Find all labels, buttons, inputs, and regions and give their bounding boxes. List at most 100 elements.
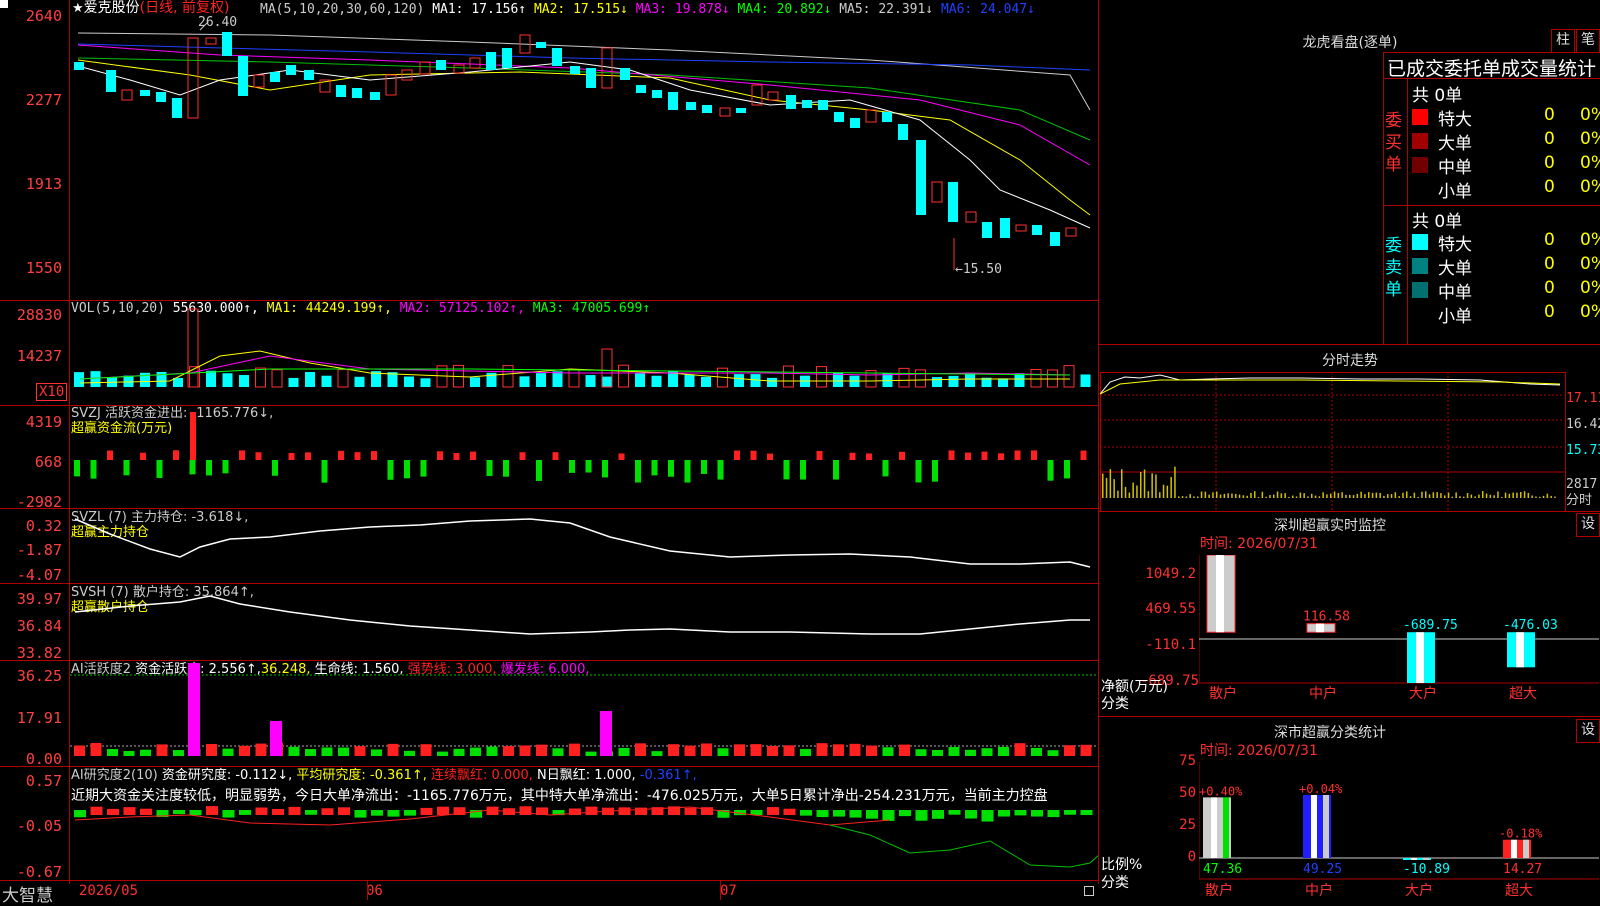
net-amount-label: -476.03 [1503,618,1558,633]
intraday-volume-bar [1368,492,1370,498]
intraday-volume-bar [1371,492,1374,498]
volume-bar [1014,373,1025,387]
fund-flow-bar [272,460,278,476]
monitor-title: 深圳超赢实时监控 [1274,518,1386,534]
research-bar [222,810,235,818]
research-bar [1080,810,1093,816]
activity-bar [1047,750,1059,756]
legend-percent: 0% [1580,153,1600,173]
intraday-tab[interactable]: 分时 [1566,493,1592,508]
svzl-tick: -4.07 [16,566,62,584]
svzj-chart[interactable] [70,406,1098,508]
volume-bar [239,375,249,387]
volume-bar [684,374,695,387]
research-bar [272,808,284,815]
intraday-volume-bar [1257,496,1260,498]
intraday-volume-bar [1542,495,1545,498]
activity-bar [816,743,828,756]
category-label: 中户 [1305,882,1333,899]
intraday-volume-bar [1447,492,1450,498]
intraday-volume-bar [1265,496,1267,498]
classify-chart[interactable]: +0.40% 47.36 散户 +0.04% 49.25 中户 -10.89 大户 -0.18%… [1199,762,1599,900]
monitor-tick: -110.1 [1145,637,1196,653]
tick-view-button[interactable]: 笔 [1576,29,1600,53]
activity-bar [420,744,432,756]
research-bar [915,810,928,821]
svzl-chart[interactable] [70,509,1098,583]
volume-bar [1063,365,1075,388]
fund-flow-bar [107,450,113,460]
activity-bar [90,742,102,756]
intraday-volume-bar [1474,496,1476,498]
fund-flow-bar [519,452,526,460]
fund-flow-bar [701,460,707,474]
activity-bar [948,746,960,756]
intraday-volume-bar [1197,496,1199,498]
activity-bar [503,746,514,756]
lock-icon[interactable] [1084,886,1094,896]
volume-chart[interactable] [70,301,1098,405]
intraday-volume-bar [1337,492,1340,498]
volume-bar [552,371,563,387]
activity-bar [651,751,663,756]
volume-bar [305,372,315,387]
research-bar [981,810,994,822]
monitor-settings-button[interactable]: 设 [1576,513,1600,537]
ai-active-chart[interactable] [70,661,1098,766]
bar-highlight [1411,858,1417,860]
volume-stat-row: 小单 0 0% [1412,302,1600,327]
fund-flow-bar [536,460,542,481]
intraday-volume-bar [1181,496,1184,498]
intraday-volume-bar [1132,482,1134,498]
intraday-volume-bar [1501,496,1503,498]
intraday-volume-bar [1535,496,1537,498]
legend-swatch [1412,109,1428,125]
legend-label: 中单 [1438,158,1472,178]
net-amount-label: -689.75 [1403,618,1458,633]
svsh-chart[interactable] [70,584,1098,660]
classify-settings-button[interactable]: 设 [1576,719,1600,743]
price-tick: 2640 [25,7,62,25]
bar-view-button[interactable]: 柱 [1551,29,1575,53]
activity-bar [668,744,679,756]
intraday-chart[interactable] [1100,372,1564,510]
classify-tick: 50 [1179,785,1196,801]
fund-flow-bar [948,450,955,460]
volume-bar [585,375,596,387]
volume-stat-row: 特大 0 0% [1412,105,1600,130]
legend-count: 0 [1544,177,1555,197]
ai-research-chart[interactable] [70,805,1098,880]
activity-bar [965,749,976,756]
category-label: 散户 [1209,685,1237,702]
legend-count: 0 [1544,254,1555,274]
separator [1383,78,1600,79]
vol-unit-badge[interactable]: X10 [36,383,68,401]
ai-research-name[interactable]: AI研究度2(10) [71,768,158,783]
volume-bar [288,377,299,387]
volume-bar [1080,374,1091,387]
classify-xlabel: 分类 [1101,875,1129,891]
ai-research-desc: 近期大资金关注度较低，明显弱势，今日大单净流出：-1165.776万元，其中特大… [71,788,1048,804]
dragon-title: 龙虎看盘(逐单) [1302,35,1398,51]
ai-research-l1: 资金研究度: -0.112↓, [161,768,293,783]
app-logo: 大智慧 [2,886,53,906]
bar-highlight [1423,858,1429,860]
activity-bar [915,749,927,756]
candlestick-chart[interactable] [70,0,1098,300]
monitor-chart[interactable]: 1049.2 散户 116.58 中户 -689.75 大户 -476.03 超大 [1199,555,1599,712]
legend-percent: 0% [1580,278,1600,298]
fund-flow-bar [255,452,262,460]
activity-bar [270,721,282,756]
activity-bar [453,748,465,756]
activity-bar [734,744,745,756]
vol-tick: 14237 [16,347,62,365]
separator [1383,52,1600,53]
fund-flow-bar [190,412,196,460]
intraday-volume-bar [1303,493,1305,498]
intraday-volume-bar [1136,485,1138,498]
sell-total: 共 0单 [1412,212,1463,232]
activity-bar [800,748,811,756]
intraday-volume-bar [1550,495,1552,498]
research-bar [1047,810,1060,818]
menu-corner-icon[interactable] [0,0,8,8]
